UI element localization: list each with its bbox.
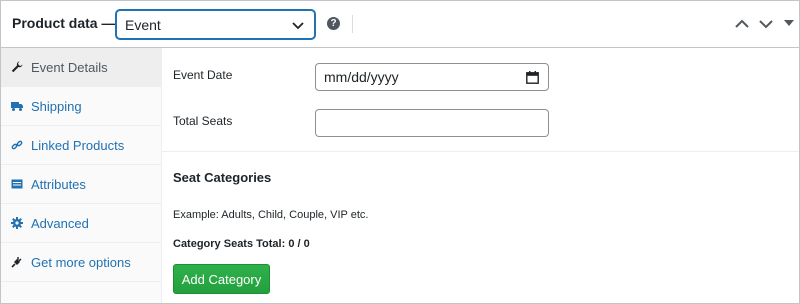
tab-label: Advanced [31,215,89,231]
tab-attributes[interactable]: Attributes [1,165,161,204]
panel-header: Product data — Event ? [1,1,799,48]
seat-categories-title: Seat Categories [173,170,272,185]
tab-advanced[interactable]: Advanced [1,204,161,243]
add-category-button[interactable]: Add Category [173,264,270,294]
section-divider [162,151,799,152]
move-down-icon[interactable] [758,16,774,32]
tab-event-details[interactable]: Event Details [1,48,161,87]
header-divider [352,15,353,33]
tab-get-more-options[interactable]: Get more options [1,243,161,282]
tab-label: Attributes [31,176,86,192]
event-details-panel: Event Date mm/dd/yyyy Total Seats Seat C… [162,48,799,303]
event-date-label: Event Date [173,68,233,82]
product-type-value: Event [125,16,161,33]
calendar-icon[interactable] [526,71,539,84]
move-up-icon[interactable] [734,16,750,32]
product-data-panel: Product data — Event ? Event Details Shi… [0,0,800,304]
seat-categories-example: Example: Adults, Child, Couple, VIP etc. [173,209,369,221]
total-seats-input[interactable] [315,109,549,137]
product-data-tabs: Event Details Shipping Linked Products A… [1,48,162,303]
toggle-panel-icon[interactable] [784,18,794,28]
wrench-icon [11,61,23,73]
chevron-down-icon [292,22,304,30]
tab-label: Event Details [31,59,108,75]
tab-label: Linked Products [31,137,125,153]
panel-title: Product data — [12,15,116,31]
tab-linked-products[interactable]: Linked Products [1,126,161,165]
category-seats-total: Category Seats Total: 0 / 0 [173,238,310,250]
gear-icon [11,217,23,229]
product-type-select[interactable]: Event [116,10,315,39]
list-icon [11,179,23,189]
event-date-input[interactable]: mm/dd/yyyy [315,63,549,91]
total-seats-label: Total Seats [173,114,233,128]
link-icon [11,140,23,150]
plug-icon [11,257,22,268]
event-date-placeholder: mm/dd/yyyy [324,69,399,85]
tab-shipping[interactable]: Shipping [1,87,161,126]
tab-label: Get more options [31,254,131,270]
tab-label: Shipping [31,98,82,114]
help-icon[interactable]: ? [327,17,340,30]
truck-icon [11,102,23,111]
